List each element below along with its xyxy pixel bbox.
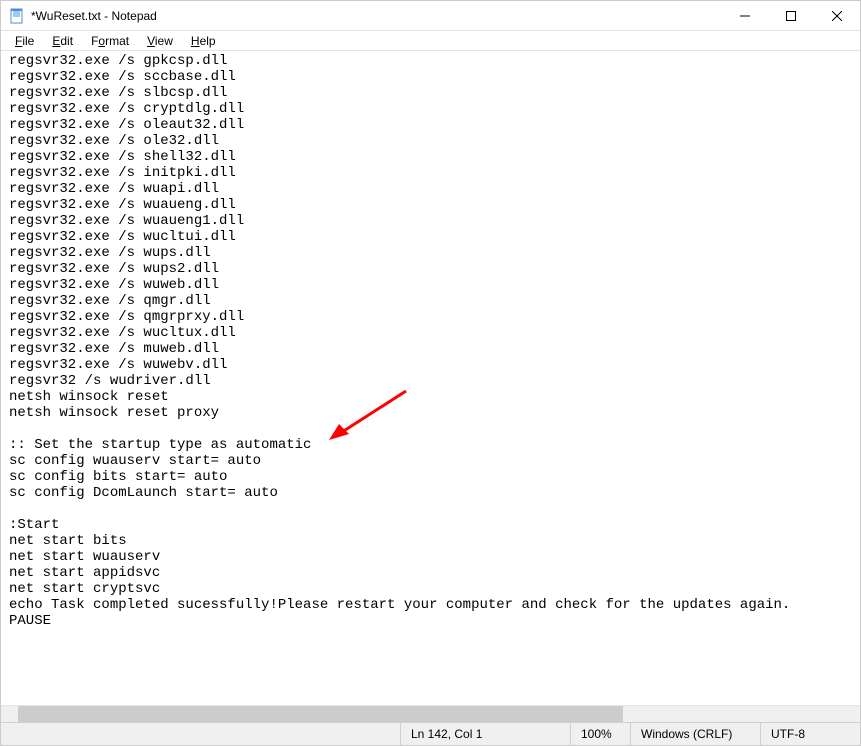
minimize-button[interactable]	[722, 1, 768, 30]
close-button[interactable]	[814, 1, 860, 30]
window-controls	[722, 1, 860, 30]
menu-view[interactable]: View	[139, 32, 181, 50]
titlebar: *WuReset.txt - Notepad	[1, 1, 860, 31]
statusbar: Ln 142, Col 1 100% Windows (CRLF) UTF-8	[1, 722, 860, 745]
notepad-icon	[9, 8, 25, 24]
horizontal-scrollbar[interactable]	[1, 705, 860, 722]
status-zoom: 100%	[570, 723, 630, 745]
menu-format[interactable]: Format	[83, 32, 137, 50]
status-line-ending: Windows (CRLF)	[630, 723, 760, 745]
editor-content[interactable]: regsvr32.exe /s gpkcsp.dll regsvr32.exe …	[9, 53, 852, 629]
scrollbar-thumb[interactable]	[18, 706, 623, 722]
status-position: Ln 142, Col 1	[400, 723, 570, 745]
status-encoding: UTF-8	[760, 723, 860, 745]
menu-edit[interactable]: Edit	[44, 32, 81, 50]
window-title: *WuReset.txt - Notepad	[31, 9, 722, 23]
editor-area[interactable]: regsvr32.exe /s gpkcsp.dll regsvr32.exe …	[1, 51, 860, 705]
menubar: File Edit Format View Help	[1, 31, 860, 51]
maximize-button[interactable]	[768, 1, 814, 30]
menu-help[interactable]: Help	[183, 32, 224, 50]
menu-file[interactable]: File	[7, 32, 42, 50]
